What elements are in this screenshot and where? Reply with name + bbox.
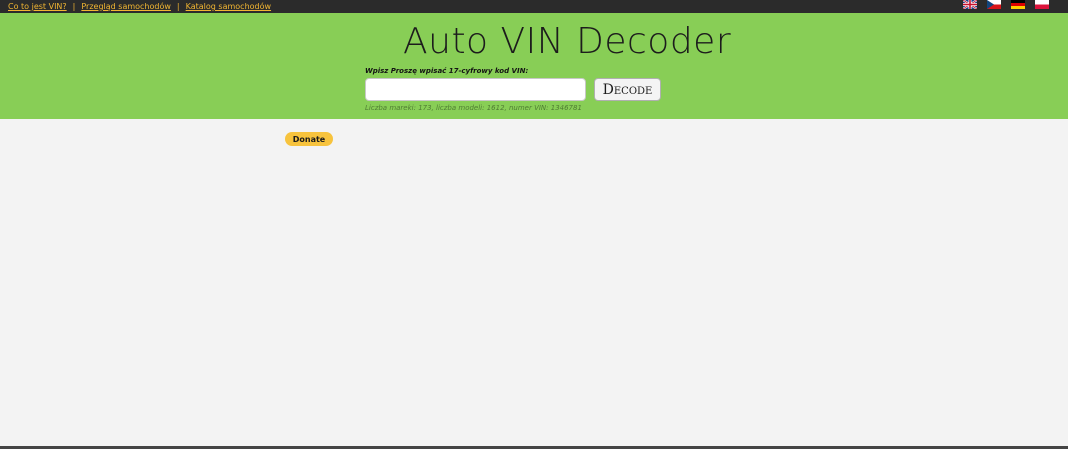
vin-input[interactable] [365,78,586,101]
polish-flag-icon[interactable] [1035,0,1049,9]
nav-separator: | [176,2,180,11]
german-flag-icon[interactable] [1011,0,1025,9]
top-navigation: Co to jest VIN? | Przegląd samochodów | … [8,0,271,13]
database-stats: Liczba mareki: 173, liczba modeli: 1612,… [365,104,582,112]
vin-input-label: Wpisz Proszę wpisać 17-cyfrowy kod VIN: [365,67,529,75]
decode-button[interactable]: Decode [594,78,661,101]
nav-separator: | [72,2,76,11]
nav-link-what-is-vin[interactable]: Co to jest VIN? [8,0,67,13]
czech-flag-icon[interactable] [987,0,1001,9]
language-selector [963,0,1049,12]
english-flag-icon[interactable] [963,0,977,9]
nav-link-car-catalog[interactable]: Katalog samochodów [186,0,271,13]
top-bar: Co to jest VIN? | Przegląd samochodów | … [0,0,1068,13]
nav-link-car-overview[interactable]: Przegląd samochodów [81,0,171,13]
page-title: Auto VIN Decoder [403,21,732,62]
donate-button[interactable]: Donate [285,132,333,146]
hero-section: Auto VIN Decoder Wpisz Proszę wpisać 17-… [0,13,1068,119]
